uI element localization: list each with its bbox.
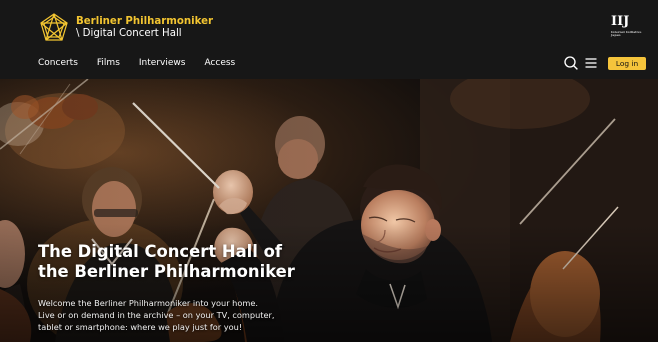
logo-wordmark: Berliner Philharmoniker \ Digital Concer… <box>76 16 213 40</box>
nav-concerts[interactable]: Concerts <box>38 58 78 72</box>
menu-button[interactable] <box>583 55 599 71</box>
hero-title: The Digital Concert Hall of the Berliner… <box>38 242 358 282</box>
site-header: Berliner Philharmoniker \ Digital Concer… <box>0 0 658 79</box>
pentagon-logo-icon <box>40 13 68 41</box>
nav-interviews[interactable]: Interviews <box>139 58 186 72</box>
nav-films[interactable]: Films <box>97 58 120 72</box>
hamburger-menu-icon <box>585 58 597 68</box>
main-navigation: Concerts Films Interviews Access <box>38 58 235 72</box>
search-icon <box>564 56 578 70</box>
hero-description-line-2: Live or on demand in the archive – on yo… <box>38 310 275 320</box>
hero-description-line-3: tablet or smartphone: where we play just… <box>38 322 243 332</box>
hero-title-line-1: The Digital Concert Hall of <box>38 242 282 261</box>
nav-access[interactable]: Access <box>204 58 235 72</box>
login-button[interactable]: Log in <box>608 57 646 70</box>
berliner-philharmoniker-logo[interactable]: Berliner Philharmoniker \ Digital Concer… <box>38 12 213 44</box>
logo-line-1: Berliner Philharmoniker <box>76 16 214 27</box>
partner-caption: Internet Initiative Japan <box>611 30 642 37</box>
search-button[interactable] <box>563 55 579 71</box>
partner-mark-text: IIJ <box>611 14 630 29</box>
iij-partner-logo[interactable]: IIJ Internet Initiative Japan <box>611 14 643 38</box>
hero-title-line-2: the Berliner Philharmoniker <box>38 262 295 281</box>
hero-description: Welcome the Berliner Philharmoniker into… <box>38 297 318 333</box>
logo-line-2: \ Digital Concert Hall <box>76 28 182 39</box>
hero-description-line-1: Welcome the Berliner Philharmoniker into… <box>38 298 258 308</box>
